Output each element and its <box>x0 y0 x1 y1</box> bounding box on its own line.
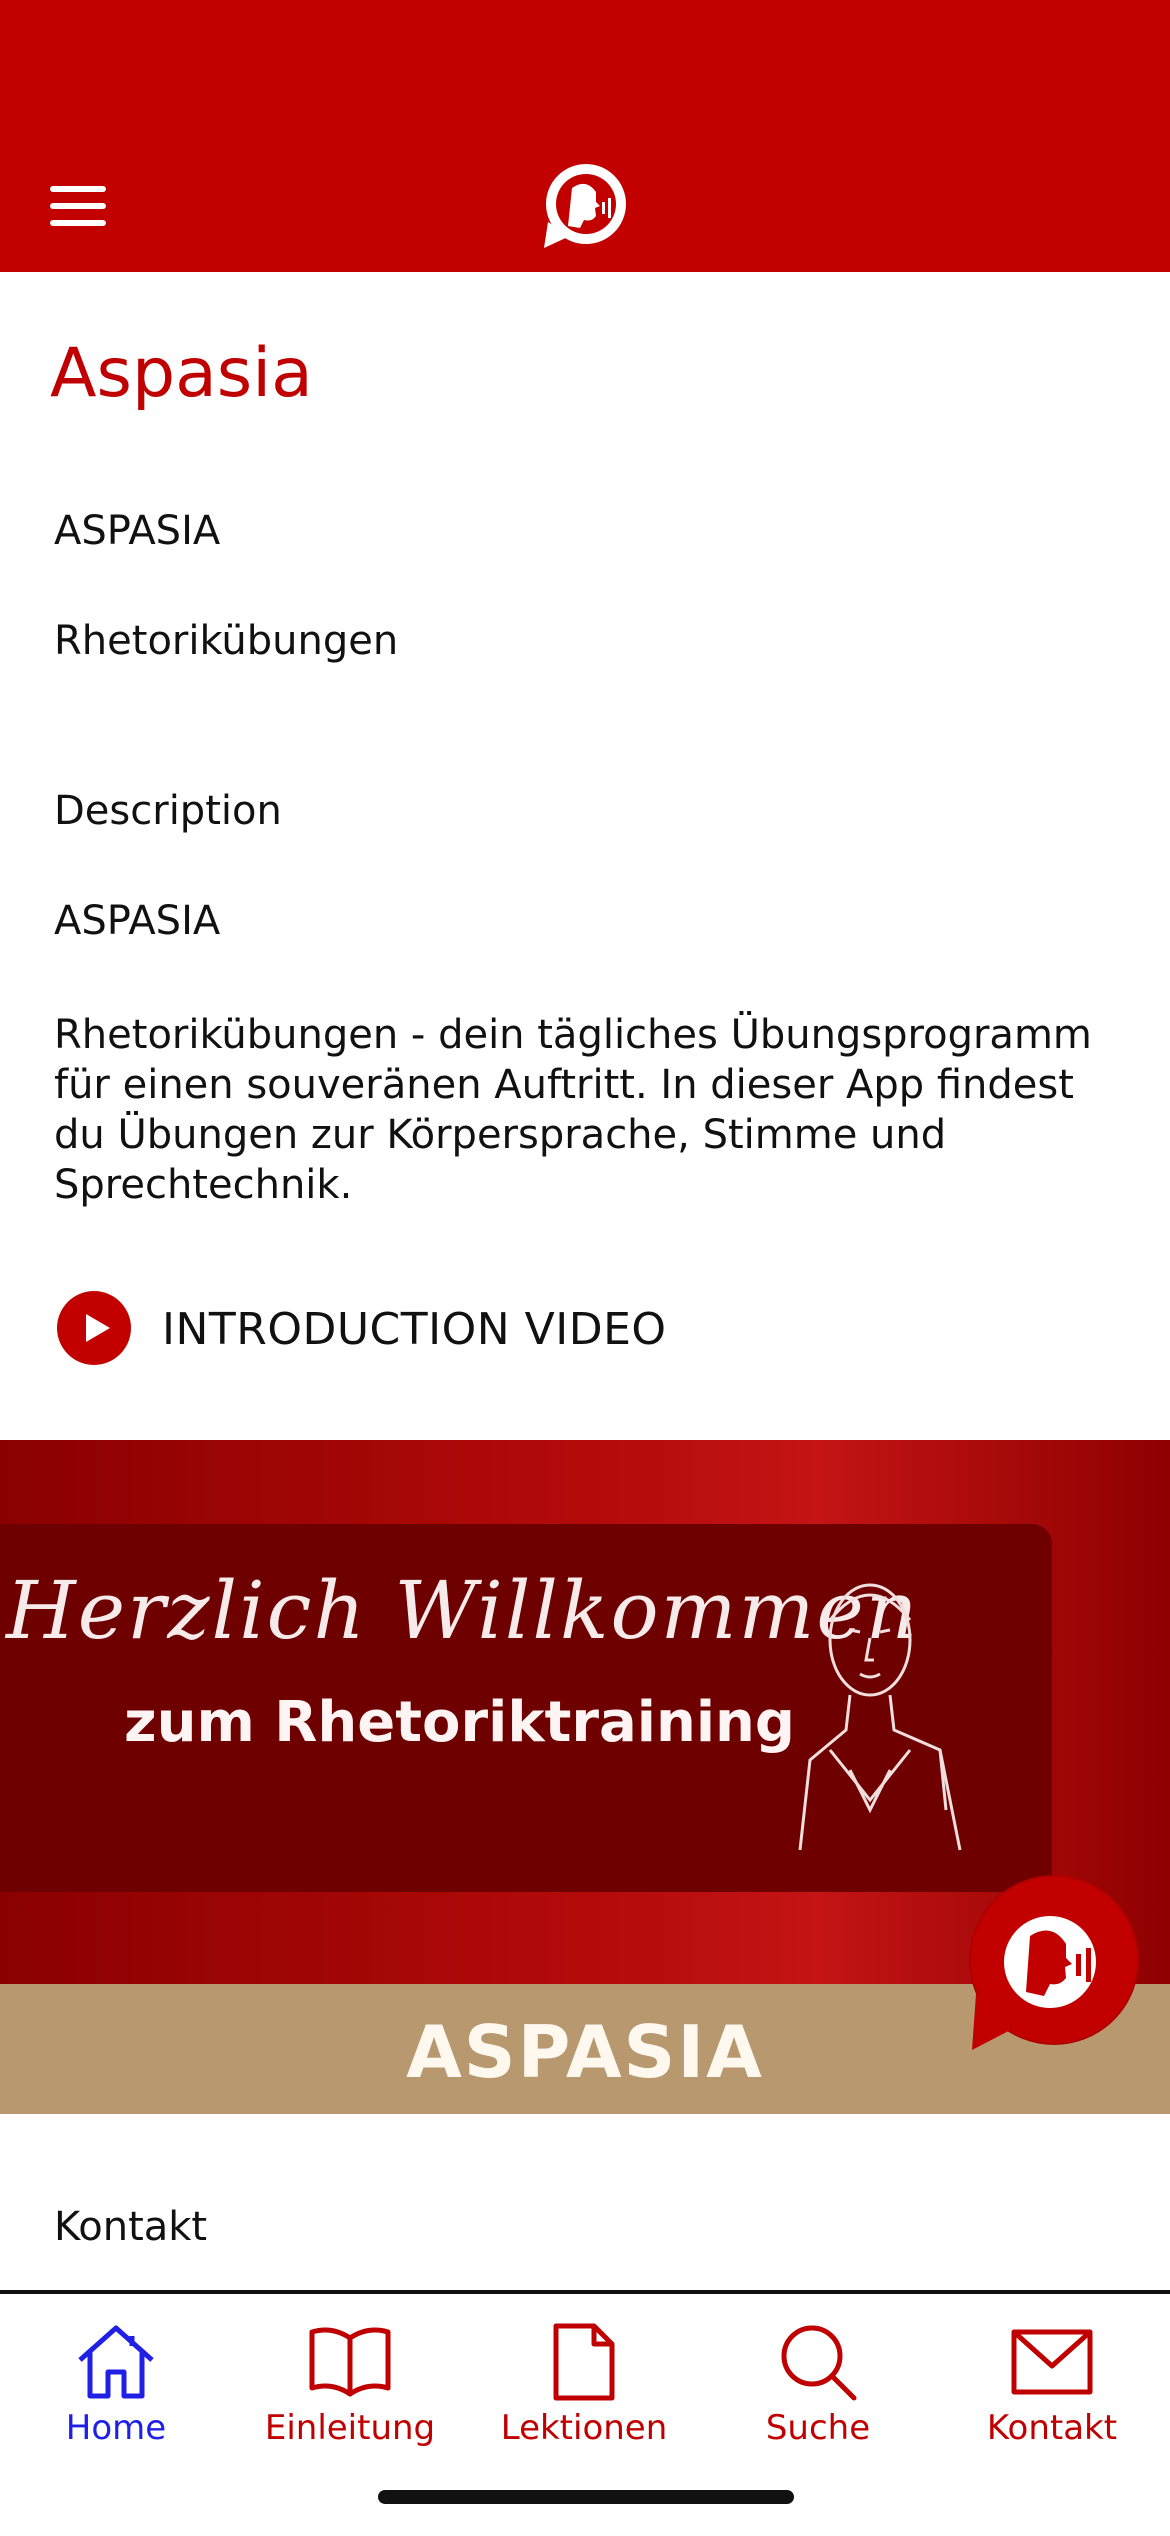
tab-lektionen[interactable]: Lektionen <box>484 2322 684 2452</box>
welcome-banner[interactable]: Herzlich Willkommen zum Rhetoriktraining… <box>0 1440 1170 2114</box>
app-header <box>0 0 1170 272</box>
play-icon <box>57 1291 131 1365</box>
tab-home-label: Home <box>65 2408 167 2448</box>
subtitle-text: Rhetorikübungen <box>54 618 399 664</box>
tab-einleitung-label: Einleitung <box>264 2408 436 2448</box>
tab-einleitung[interactable]: Einleitung <box>250 2322 450 2452</box>
home-indicator <box>378 2490 794 2504</box>
description-heading: Description <box>54 788 282 834</box>
tab-kontakt-label: Kontakt <box>986 2408 1118 2448</box>
introduction-video-link[interactable]: INTRODUCTION VIDEO <box>56 1290 956 1370</box>
menu-icon[interactable] <box>50 186 106 226</box>
banner-script-text: Herzlich Willkommen <box>6 1564 920 1657</box>
introduction-video-label: INTRODUCTION VIDEO <box>162 1304 667 1355</box>
tab-suche-label: Suche <box>765 2408 871 2448</box>
document-icon <box>553 2323 615 2401</box>
tab-home[interactable]: Home <box>16 2322 216 2452</box>
description-app-name: ASPASIA <box>54 898 221 944</box>
search-icon <box>781 2325 857 2401</box>
tab-kontakt[interactable]: Kontakt <box>952 2322 1152 2452</box>
book-icon <box>309 2327 391 2397</box>
speaking-head-badge-icon <box>969 1875 1139 2050</box>
app-name-text: ASPASIA <box>54 508 221 554</box>
home-icon <box>78 2325 154 2399</box>
speaking-head-icon <box>544 164 626 248</box>
kontakt-section-label[interactable]: Kontakt <box>54 2204 207 2250</box>
banner-sub-text: zum Rhetoriktraining <box>124 1690 795 1755</box>
mail-icon <box>1011 2329 1093 2395</box>
statue-illustration <box>798 1583 962 1851</box>
tab-suche[interactable]: Suche <box>718 2322 918 2452</box>
tab-lektionen-label: Lektionen <box>500 2408 668 2448</box>
page-title: Aspasia <box>50 334 313 413</box>
description-text: Rhetorikübungen - dein tägliches Übungsp… <box>54 1012 1092 1208</box>
